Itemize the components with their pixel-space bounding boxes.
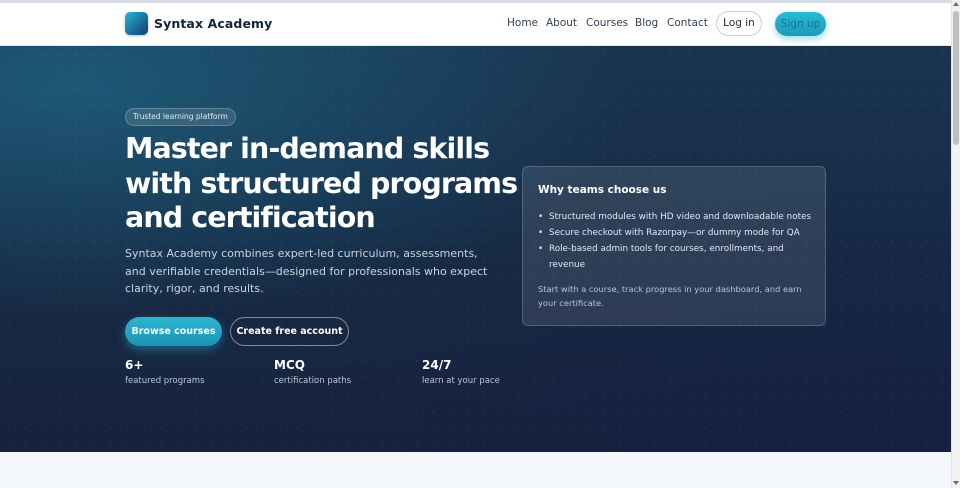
page-scrollbar[interactable] xyxy=(951,0,960,488)
why-choose-card: Why teams choose us Structured modules w… xyxy=(522,166,826,326)
stat-label: certification paths xyxy=(274,376,352,386)
scroll-down-arrow-icon[interactable] xyxy=(953,481,959,485)
hero-headline: Master in-demand skills with structured … xyxy=(125,132,525,236)
lead-line: clarity, rigor, and results. xyxy=(125,282,264,295)
brand[interactable]: Syntax Academy xyxy=(125,12,272,35)
stat-label: learn at your pace xyxy=(422,376,500,386)
top-navigation: Syntax Academy Home About Courses Blog C… xyxy=(0,3,951,46)
nav-link-home[interactable]: Home xyxy=(507,17,538,29)
browse-courses-button[interactable]: Browse courses xyxy=(125,317,222,346)
nav-link-about[interactable]: About xyxy=(546,17,577,29)
list-item: Structured modules with HD video and dow… xyxy=(538,209,811,225)
card-footer: Start with a course, track progress in y… xyxy=(538,282,802,310)
login-button[interactable]: Log in xyxy=(716,11,762,36)
stat-certification: MCQ certification paths xyxy=(274,358,351,386)
scroll-thumb[interactable] xyxy=(953,11,959,145)
stat-availability: 24/7 learn at your pace xyxy=(422,358,500,386)
list-item: Role-based admin tools for courses, enro… xyxy=(538,241,811,273)
hero-section: Trusted learning platform Master in-dema… xyxy=(0,46,951,452)
lead-line: Syntax Academy combines expert-led curri… xyxy=(125,247,478,260)
stat-value: MCQ xyxy=(274,358,305,372)
scroll-up-arrow-icon[interactable] xyxy=(953,2,959,6)
lead-line: and verifiable credentials—designed for … xyxy=(125,264,488,278)
stat-programs: 6+ featured programs xyxy=(125,358,205,386)
nav-link-blog[interactable]: Blog xyxy=(635,17,658,29)
brand-name: Syntax Academy xyxy=(154,16,273,31)
list-item-line: revenue xyxy=(549,260,586,270)
stat-value: 6+ xyxy=(125,358,144,372)
academy-logo-icon xyxy=(125,12,148,35)
nav-link-contact[interactable]: Contact xyxy=(667,17,708,29)
list-item: Secure checkout with Razorpay—or dummy m… xyxy=(538,225,811,241)
trusted-badge: Trusted learning platform xyxy=(125,108,236,126)
card-footer-line: Start with a course, track progress in y… xyxy=(538,284,802,294)
card-footer-line: your certificate. xyxy=(538,298,604,308)
benefits-list: Structured modules with HD video and dow… xyxy=(538,209,811,273)
list-item-line: Role-based admin tools for courses, enro… xyxy=(549,244,784,254)
signup-button[interactable]: Sign up xyxy=(775,12,826,36)
headline-line: and certification xyxy=(125,201,376,234)
headline-line: with structured programs xyxy=(125,166,518,200)
hero-lead: Syntax Academy combines expert-led curri… xyxy=(125,245,488,298)
stat-label: featured programs xyxy=(125,376,205,386)
stat-value: 24/7 xyxy=(422,358,452,372)
create-account-button[interactable]: Create free account xyxy=(230,317,349,346)
next-section xyxy=(0,452,951,488)
card-title: Why teams choose us xyxy=(538,184,667,196)
headline-line: Master in-demand skills xyxy=(125,132,490,165)
nav-link-courses[interactable]: Courses xyxy=(586,17,628,29)
